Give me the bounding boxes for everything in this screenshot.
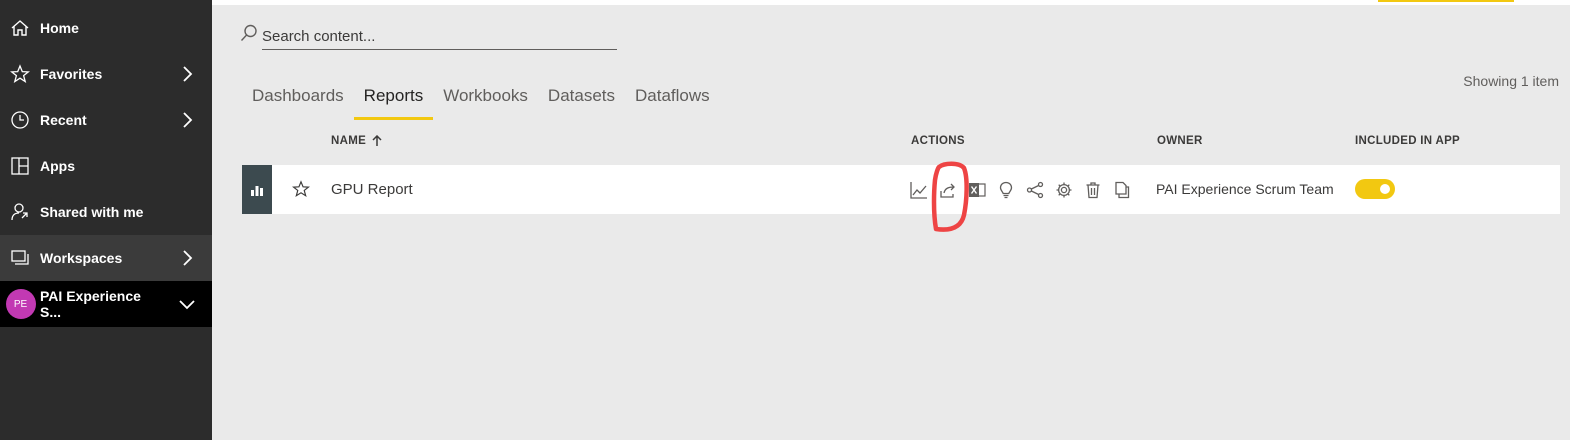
toggle-knob: [1380, 184, 1390, 194]
sidebar-item-workspaces[interactable]: Workspaces: [0, 235, 212, 281]
column-header-name[interactable]: NAME: [331, 135, 382, 147]
copy-icon[interactable]: [1111, 179, 1133, 201]
sort-ascending-icon: [372, 135, 382, 147]
owner-cell: PAI Experience Scrum Team: [1156, 181, 1334, 197]
table-row[interactable]: GPU Report PAI Experience Scrum Team: [242, 165, 1560, 214]
included-in-app-toggle[interactable]: [1355, 179, 1395, 199]
column-header-included-in-app[interactable]: INCLUDED IN APP: [1355, 135, 1460, 147]
sidebar-item-recent[interactable]: Recent: [0, 97, 212, 143]
tab-reports[interactable]: Reports: [354, 80, 434, 114]
sidebar-item-label: Home: [40, 20, 212, 36]
workspaces-icon: [0, 235, 40, 281]
chevron-right-icon[interactable]: [162, 249, 212, 267]
star-icon: [0, 51, 40, 97]
search-input[interactable]: [262, 20, 617, 50]
chevron-down-icon[interactable]: [162, 297, 212, 311]
column-header-actions: ACTIONS: [911, 135, 965, 147]
column-header-owner[interactable]: OWNER: [1157, 135, 1203, 147]
sidebar-item-label: Shared with me: [40, 204, 212, 220]
clock-icon: [0, 97, 40, 143]
item-count: Showing 1 item: [1463, 73, 1559, 89]
shared-icon: [0, 189, 40, 235]
sidebar-item-label: Apps: [40, 158, 212, 174]
sidebar-item-label: PAI Experience S...: [40, 288, 162, 320]
sidebar: Home Favorites Recent Apps Shared with m…: [0, 0, 212, 440]
tab-dataflows[interactable]: Dataflows: [625, 80, 720, 114]
content-tabs: Dashboards Reports Workbooks Datasets Da…: [242, 80, 720, 120]
tab-datasets[interactable]: Datasets: [538, 80, 625, 114]
sidebar-item-label: Recent: [40, 112, 162, 128]
column-header-label: NAME: [331, 135, 366, 147]
related-content-icon[interactable]: [1024, 179, 1046, 201]
workspace-avatar-container: PE: [0, 281, 40, 327]
chevron-right-icon[interactable]: [162, 111, 212, 129]
top-bar: [212, 0, 1570, 5]
favorite-star-icon[interactable]: [292, 180, 310, 198]
apps-icon: [0, 143, 40, 189]
chevron-right-icon[interactable]: [162, 65, 212, 83]
search-icon: [240, 24, 258, 42]
avatar: PE: [6, 289, 36, 319]
top-bar-accent: [1378, 0, 1514, 2]
excel-icon[interactable]: [966, 179, 988, 201]
insights-icon[interactable]: [995, 179, 1017, 201]
report-name-link[interactable]: GPU Report: [331, 181, 413, 198]
tab-workbooks[interactable]: Workbooks: [433, 80, 538, 114]
sidebar-item-label: Workspaces: [40, 250, 162, 266]
sidebar-item-apps[interactable]: Apps: [0, 143, 212, 189]
share-icon[interactable]: [937, 179, 959, 201]
home-icon: [0, 5, 40, 51]
sidebar-item-shared[interactable]: Shared with me: [0, 189, 212, 235]
settings-icon[interactable]: [1053, 179, 1075, 201]
search-box: [240, 20, 617, 51]
analytics-icon[interactable]: [908, 179, 930, 201]
sidebar-item-favorites[interactable]: Favorites: [0, 51, 212, 97]
sidebar-item-label: Favorites: [40, 66, 162, 82]
sidebar-item-home[interactable]: Home: [0, 5, 212, 51]
report-icon: [242, 165, 272, 214]
delete-icon[interactable]: [1082, 179, 1104, 201]
tab-dashboards[interactable]: Dashboards: [242, 80, 354, 114]
sidebar-item-current-workspace[interactable]: PE PAI Experience S...: [0, 281, 212, 327]
